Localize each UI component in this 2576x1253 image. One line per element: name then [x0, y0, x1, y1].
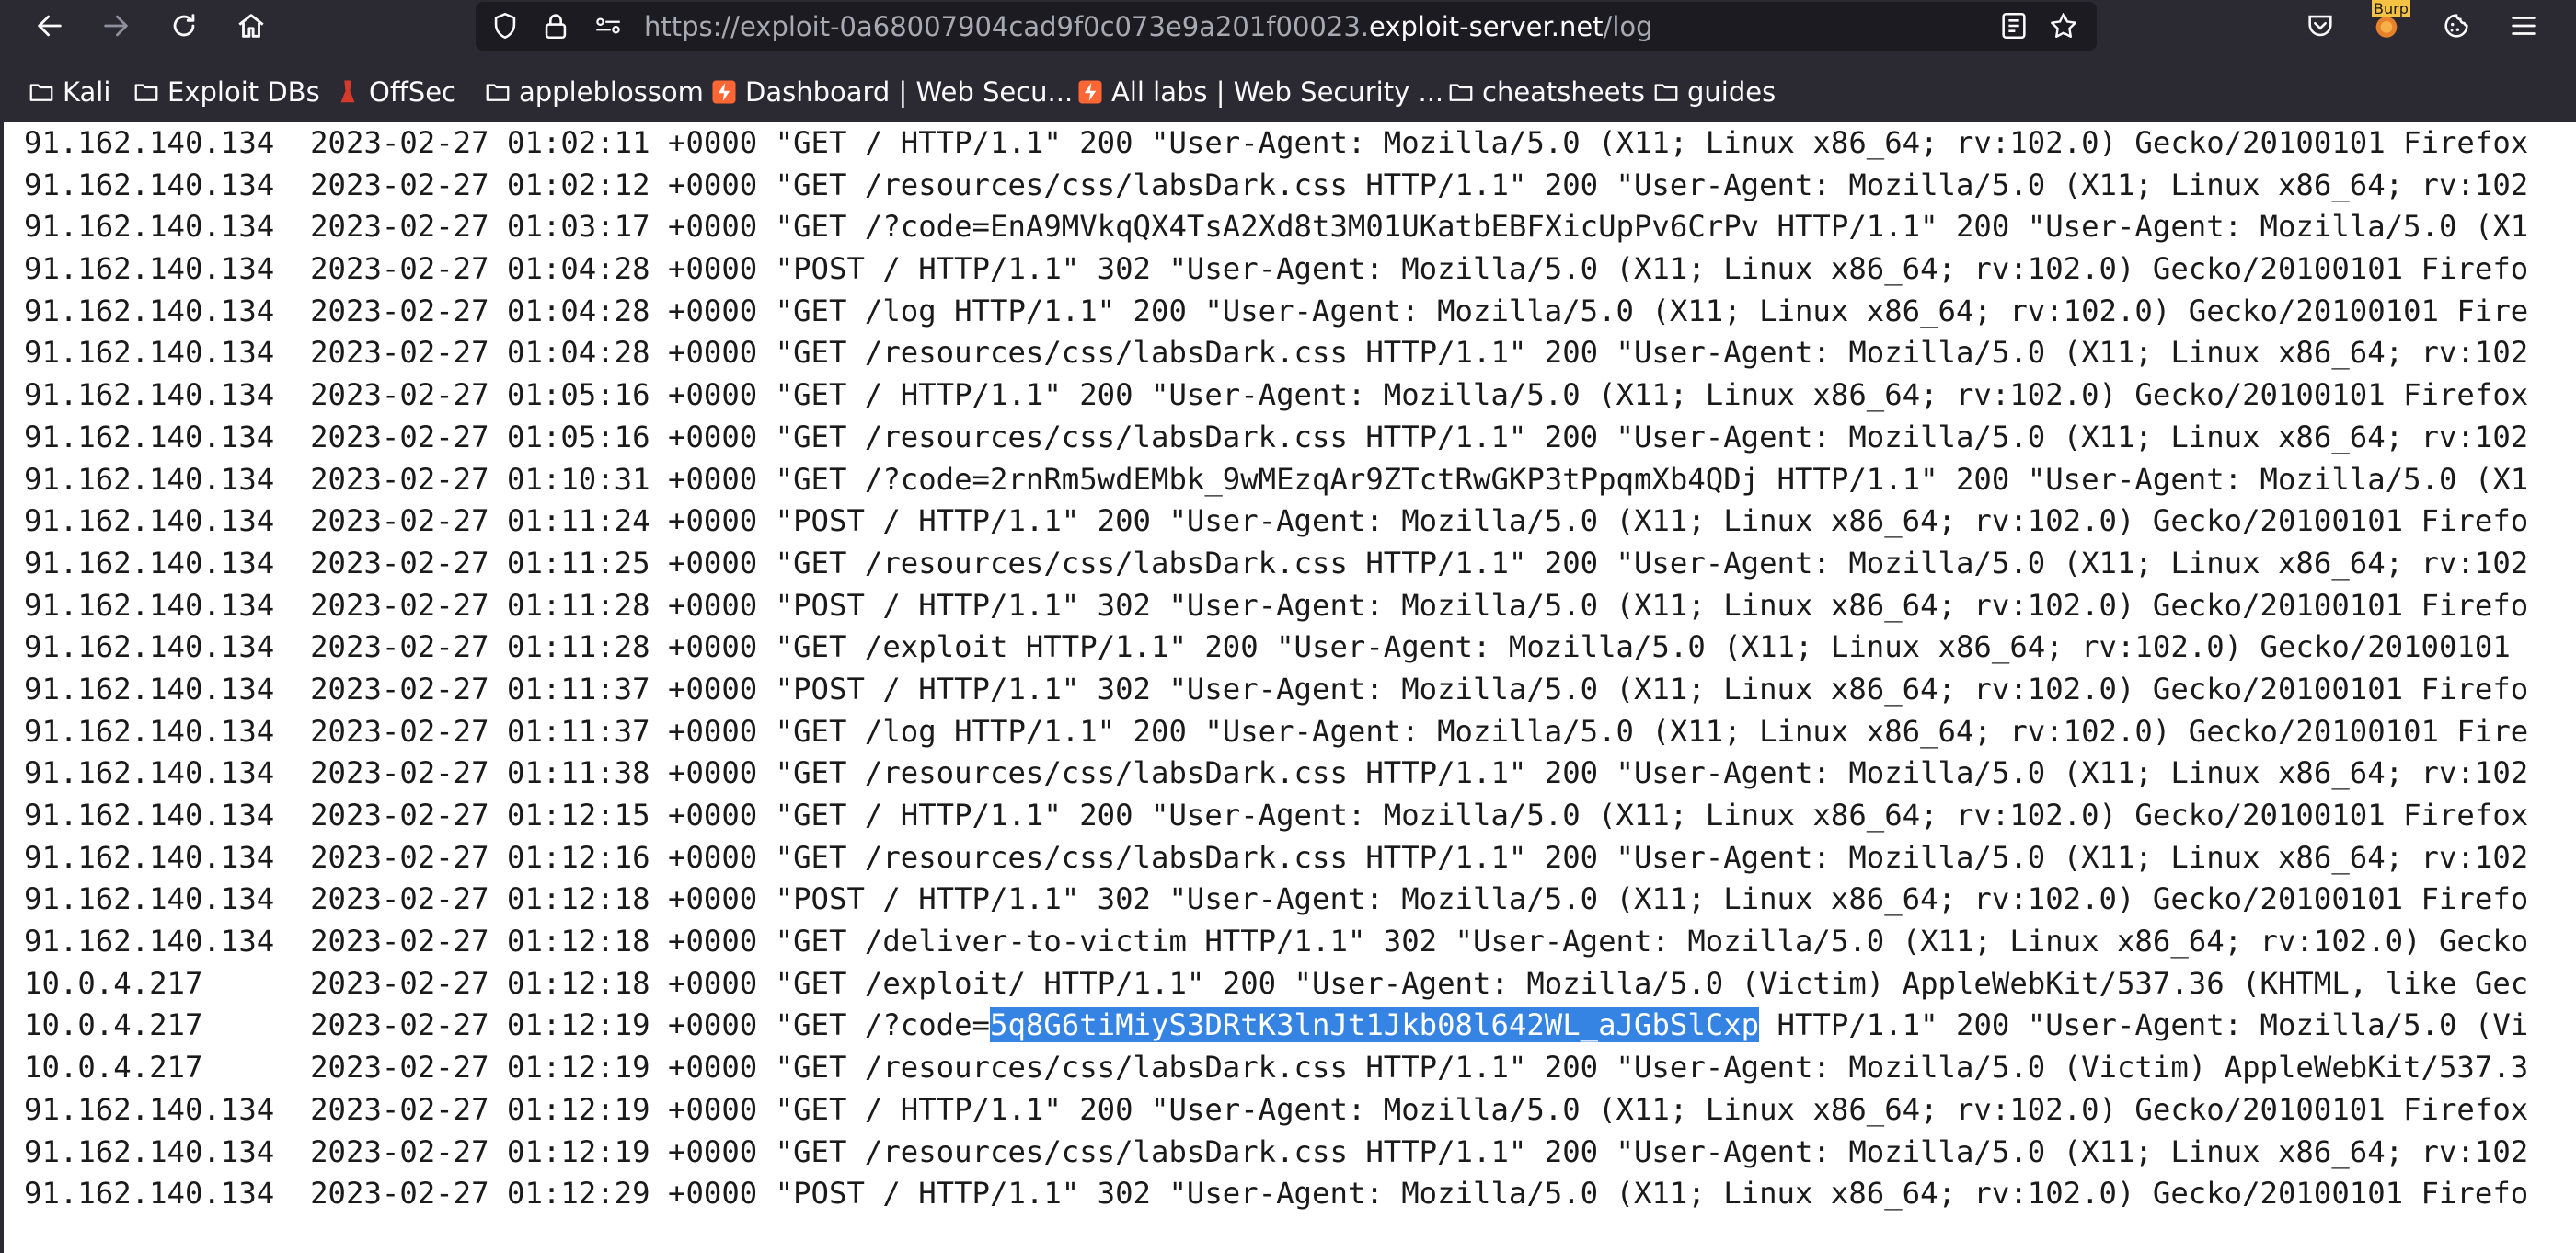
log-line: 91.162.140.134 2023-02-27 01:12:19 +0000… [24, 1133, 2529, 1169]
bookmarks-toolbar: Kali Exploit DBs OffSec appleblossom Das… [0, 70, 2576, 116]
url-text[interactable]: https://exploit-0a68007904cad9f0c073e9a2… [644, 11, 1653, 42]
forward-button[interactable] [96, 6, 136, 46]
url-domain: exploit-server.net [1369, 11, 1604, 42]
selected-code-text[interactable]: 5q8G6tiMiyS3DRtK3lnJt1Jkb08l642WL_aJGbSl… [990, 1007, 1760, 1043]
app-menu-button[interactable] [2503, 6, 2544, 46]
hamburger-menu-icon [2512, 17, 2536, 35]
burp-badge: Burp [2372, 0, 2410, 17]
log-line: 91.162.140.134 2023-02-27 01:12:19 +0000… [24, 1091, 2529, 1127]
forward-arrow-icon [104, 15, 128, 37]
home-button[interactable] [231, 6, 271, 46]
log-line: 91.162.140.134 2023-02-27 01:11:24 +0000… [24, 503, 2529, 539]
bookmark-appleblossom[interactable]: appleblossom [484, 72, 704, 112]
folder-icon [29, 84, 53, 101]
burp-extension-button[interactable]: Burp [2366, 0, 2410, 46]
log-line: 91.162.140.134 2023-02-27 01:11:25 +0000… [24, 545, 2529, 581]
log-line: 10.0.4.217 2023-02-27 01:12:19 +0000 "GE… [24, 1050, 2529, 1086]
log-line: 91.162.140.134 2023-02-27 01:03:17 +0000… [24, 209, 2529, 245]
bookmark-label: appleblossom [519, 76, 704, 108]
bookmark-label: Dashboard | Web Secu... [745, 76, 1074, 108]
reload-button[interactable] [164, 6, 204, 46]
log-line: 91.162.140.134 2023-02-27 01:11:38 +0000… [24, 755, 2529, 791]
bookmark-exploit-dbs[interactable]: Exploit DBs [132, 72, 320, 112]
log-line: 91.162.140.134 2023-02-27 01:11:28 +0000… [24, 587, 2529, 623]
browser-chrome: https://exploit-0a68007904cad9f0c073e9a2… [0, 0, 2576, 122]
url-path: /log [1603, 11, 1653, 42]
folder-icon [1449, 84, 1473, 101]
folder-icon [1654, 84, 1678, 101]
bookmark-label: All labs | Web Security ... [1111, 76, 1444, 108]
pocket-icon [2308, 15, 2332, 37]
log-line: 91.162.140.134 2023-02-27 01:12:15 +0000… [24, 798, 2529, 833]
log-line: 91.162.140.134 2023-02-27 01:12:16 +0000… [24, 839, 2529, 875]
log-line: 91.162.140.134 2023-02-27 01:12:29 +0000… [24, 1176, 2529, 1212]
cookie-icon [2444, 14, 2468, 38]
reader-view-icon[interactable] [1998, 10, 2030, 41]
bookmark-cheatsheets[interactable]: cheatsheets [1447, 72, 1645, 112]
portswigger-icon [712, 80, 736, 104]
log-line-prefix: 10.0.4.217 2023-02-27 01:12:19 +0000 "GE… [24, 1007, 990, 1043]
log-line: 10.0.4.217 2023-02-27 01:12:18 +0000 "GE… [24, 965, 2529, 1001]
log-line: 91.162.140.134 2023-02-27 01:12:18 +0000… [24, 881, 2529, 917]
log-page: 91.162.140.134 2023-02-27 01:02:11 +0000… [0, 122, 2576, 1253]
bookmark-guides[interactable]: guides [1652, 72, 1776, 112]
home-icon [238, 14, 264, 38]
log-line-suffix: HTTP/1.1" 200 "User-Agent: Mozilla/5.0 (… [1759, 1007, 2529, 1043]
log-line: 91.162.140.134 2023-02-27 01:11:28 +0000… [24, 629, 2529, 665]
reload-icon [173, 14, 195, 37]
log-line: 91.162.140.134 2023-02-27 01:04:28 +0000… [24, 335, 2529, 371]
bookmark-label: Exploit DBs [167, 76, 320, 108]
bookmark-star-icon[interactable] [2048, 10, 2079, 41]
bookmark-label: Kali [63, 76, 111, 108]
window-edge [0, 122, 4, 1253]
folder-icon [486, 84, 510, 101]
log-line: 91.162.140.134 2023-02-27 01:05:16 +0000… [24, 419, 2529, 454]
log-line: 91.162.140.134 2023-02-27 01:05:16 +0000… [24, 377, 2529, 413]
navigation-toolbar: https://exploit-0a68007904cad9f0c073e9a2… [0, 0, 2576, 52]
log-line: 91.162.140.134 2023-02-27 01:02:11 +0000… [24, 125, 2529, 160]
tracking-protection-shield-icon[interactable] [489, 10, 521, 41]
log-line: 91.162.140.134 2023-02-27 01:04:28 +0000… [24, 251, 2529, 287]
log-line-highlighted: 10.0.4.217 2023-02-27 01:12:19 +0000 "GE… [24, 1005, 2528, 1047]
bookmark-dashboard[interactable]: Dashboard | Web Secu... [710, 72, 1073, 112]
back-button[interactable] [29, 6, 70, 46]
bookmark-offsec[interactable]: OffSec [334, 72, 456, 112]
log-line: 91.162.140.134 2023-02-27 01:10:31 +0000… [24, 461, 2529, 497]
log-line: 91.162.140.134 2023-02-27 01:11:37 +0000… [24, 671, 2529, 707]
bookmark-label: cheatsheets [1482, 76, 1645, 108]
log-line: 91.162.140.134 2023-02-27 01:02:12 +0000… [24, 167, 2529, 202]
address-bar[interactable]: https://exploit-0a68007904cad9f0c073e9a2… [476, 2, 2097, 51]
folder-icon [134, 84, 158, 101]
permissions-icon[interactable] [592, 10, 624, 41]
log-line: 91.162.140.134 2023-02-27 01:12:18 +0000… [24, 924, 2529, 960]
access-log: 91.162.140.134 2023-02-27 01:02:11 +0000… [24, 122, 2528, 1215]
bookmark-all-labs[interactable]: All labs | Web Security ... [1076, 72, 1443, 112]
cookie-extension-button[interactable] [2436, 6, 2477, 46]
bookmark-label: OffSec [369, 76, 457, 108]
portswigger-icon [1078, 80, 1102, 104]
bookmark-label: guides [1687, 76, 1777, 108]
url-prefix: https://exploit-0a68007904cad9f0c073e9a2… [644, 11, 1369, 42]
pocket-button[interactable] [2300, 6, 2340, 46]
lock-icon[interactable] [540, 10, 571, 41]
back-arrow-icon [38, 15, 62, 37]
log-line: 91.162.140.134 2023-02-27 01:11:37 +0000… [24, 713, 2529, 749]
offsec-icon [340, 80, 355, 103]
bookmark-kali[interactable]: Kali [28, 72, 110, 112]
log-line: 91.162.140.134 2023-02-27 01:04:28 +0000… [24, 293, 2529, 328]
